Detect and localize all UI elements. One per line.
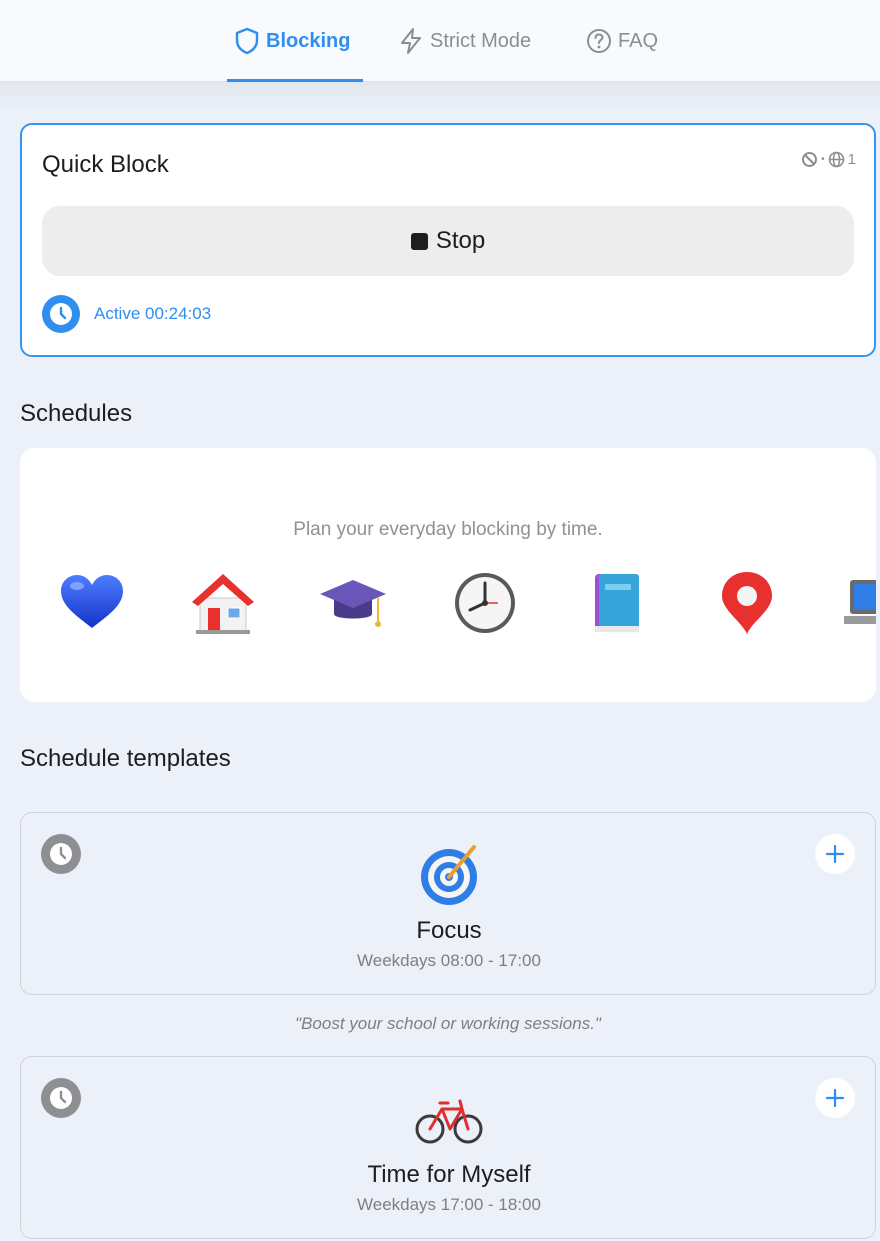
- tab-faq-label: FAQ: [618, 29, 659, 52]
- quick-block-meta: • 1: [801, 151, 856, 168]
- template-quote: "Boost your school or working sessions.": [295, 1014, 601, 1033]
- stop-button[interactable]: Stop: [42, 206, 854, 276]
- tab-blocking[interactable]: Blocking: [234, 0, 350, 82]
- graduation-cap-icon: [320, 580, 386, 627]
- shield-icon: [235, 27, 259, 55]
- tab-blocking-label: Blocking: [266, 29, 351, 52]
- laptop-icon: [844, 580, 876, 624]
- heart-icon: [61, 575, 123, 628]
- plus-icon: [825, 1088, 845, 1108]
- quick-block-title: Quick Block: [42, 151, 169, 178]
- top-nav: Blocking Strict Mode FAQ: [0, 0, 880, 82]
- lightning-icon: [401, 28, 421, 54]
- template-card-focus[interactable]: Focus Weekdays 08:00 - 17:00: [20, 812, 876, 995]
- schedules-hint: Plan your everyday blocking by time.: [293, 519, 603, 540]
- clock-icon: [42, 295, 80, 333]
- add-template-button[interactable]: [815, 1078, 855, 1118]
- separator-dot: •: [821, 154, 825, 165]
- schedule-icon-row: [20, 568, 876, 638]
- tab-strict-mode-label: Strict Mode: [430, 29, 532, 52]
- template-name: Time for Myself: [367, 1161, 531, 1188]
- nav-shadow: [0, 82, 880, 112]
- active-status: Active 00:24:03: [42, 295, 211, 333]
- clock-icon: [455, 573, 515, 633]
- schedules-card[interactable]: Plan your everyday blocking by time.: [20, 448, 876, 702]
- book-icon: [595, 574, 639, 632]
- block-icon: [802, 152, 818, 167]
- tab-faq[interactable]: FAQ: [586, 0, 658, 82]
- site-count: 1: [847, 151, 856, 168]
- house-icon: [192, 574, 254, 634]
- target-icon: [421, 845, 477, 905]
- template-time: Weekdays 08:00 - 17:00: [357, 951, 541, 970]
- location-pin-icon: [722, 572, 772, 634]
- templates-heading: Schedule templates: [20, 745, 231, 772]
- stop-icon: [410, 232, 428, 250]
- active-timer: Active 00:24:03: [94, 304, 212, 323]
- quick-block-card: Quick Block • 1 Stop Active 00:24:03: [20, 123, 876, 357]
- globe-icon: [828, 151, 844, 168]
- schedules-heading: Schedules: [20, 400, 133, 427]
- tab-strict-mode[interactable]: Strict Mode: [398, 0, 531, 82]
- question-circle-icon: [587, 29, 611, 53]
- stop-label: Stop: [435, 227, 486, 254]
- clock-icon: [41, 834, 81, 874]
- plus-icon: [825, 844, 845, 864]
- template-time: Weekdays 17:00 - 18:00: [357, 1195, 541, 1214]
- clock-icon: [41, 1078, 81, 1118]
- bicycle-icon: [415, 1099, 483, 1144]
- template-card-time-for-myself[interactable]: Time for Myself Weekdays 17:00 - 18:00: [20, 1056, 876, 1239]
- template-name: Focus: [416, 917, 482, 944]
- add-template-button[interactable]: [815, 834, 855, 874]
